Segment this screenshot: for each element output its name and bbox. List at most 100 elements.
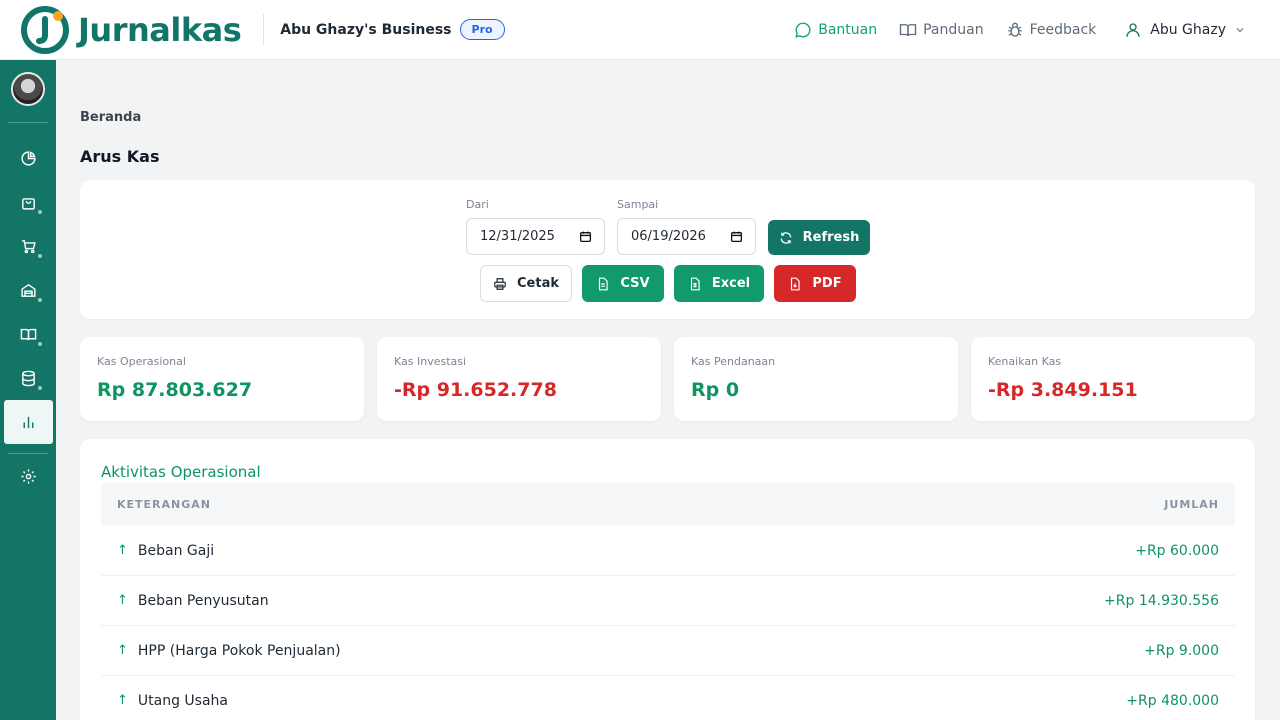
to-date-label: Sampai xyxy=(617,198,659,211)
file-text-icon xyxy=(599,277,609,290)
print-button[interactable]: Cetak xyxy=(480,265,572,302)
arrow-up-icon: ↑ xyxy=(117,593,128,608)
row-amount: +Rp 480.000 xyxy=(1126,692,1219,709)
user-name: Abu Ghazy xyxy=(1150,22,1226,38)
excel-label: Excel xyxy=(711,276,751,291)
printer-icon xyxy=(494,277,506,290)
calendar-icon[interactable] xyxy=(579,230,592,243)
section-title: Aktivitas Operasional xyxy=(101,463,261,481)
excel-button[interactable]: Excel xyxy=(674,265,764,302)
avatar[interactable] xyxy=(11,72,45,106)
sidebar-item-sales[interactable] xyxy=(0,180,56,224)
help-link[interactable]: Bantuan xyxy=(794,21,877,39)
user-icon xyxy=(1126,23,1140,37)
stat-value: Rp 87.803.627 xyxy=(97,379,253,401)
file-download-icon xyxy=(791,277,801,290)
book-open-icon xyxy=(899,24,917,37)
sidebar-item-purchases[interactable] xyxy=(0,224,56,268)
pdf-label: PDF xyxy=(812,276,842,291)
submenu-dot xyxy=(38,210,42,214)
stat-value: Rp 0 xyxy=(691,379,740,401)
bar-chart-icon xyxy=(23,416,34,428)
refresh-icon xyxy=(780,231,791,244)
from-date-input[interactable]: 12/31/2025 xyxy=(466,218,605,255)
calendar-icon[interactable] xyxy=(730,230,743,243)
table-row[interactable]: ↑ Beban Penyusutan +Rp 14.930.556 xyxy=(101,576,1235,626)
from-date-label: Dari xyxy=(466,198,489,211)
sidebar-item-master-data[interactable] xyxy=(0,356,56,400)
sidebar-item-settings[interactable] xyxy=(0,454,56,498)
submenu-dot xyxy=(38,386,42,390)
table-row[interactable]: ↑ Utang Usaha +Rp 480.000 xyxy=(101,676,1235,720)
arrow-up-icon: ↑ xyxy=(117,693,128,708)
row-description: Beban Penyusutan xyxy=(137,592,269,609)
submenu-dot xyxy=(38,298,42,302)
sidebar xyxy=(0,60,56,720)
row-description: Utang Usaha xyxy=(137,692,229,709)
table-row[interactable]: ↑ Beban Gaji +Rp 60.000 xyxy=(101,526,1235,576)
csv-button[interactable]: CSV xyxy=(582,265,664,302)
refresh-label: Refresh xyxy=(802,230,860,245)
stat-card-investment: Kas Investasi -Rp 91.652.778 xyxy=(377,337,661,421)
column-header-amount: JUMLAH xyxy=(1164,498,1219,511)
from-date-value: 12/31/2025 xyxy=(480,229,555,244)
row-amount: +Rp 14.930.556 xyxy=(1104,592,1219,609)
operational-activity-card: Aktivitas Operasional KETERANGAN JUMLAH … xyxy=(80,439,1255,720)
sidebar-item-reports[interactable] xyxy=(4,400,53,444)
to-date-input[interactable]: 06/19/2026 xyxy=(617,218,756,255)
sidebar-item-journal[interactable] xyxy=(0,312,56,356)
stat-card-operational: Kas Operasional Rp 87.803.627 xyxy=(80,337,364,421)
submenu-dot xyxy=(38,342,42,346)
sidebar-item-dashboard[interactable] xyxy=(0,136,56,180)
to-date-value: 06/19/2026 xyxy=(631,229,706,244)
guide-label: Panduan xyxy=(923,22,984,38)
stat-label: Kas Pendanaan xyxy=(691,355,776,368)
column-header-description: KETERANGAN xyxy=(117,498,211,511)
row-amount: +Rp 9.000 xyxy=(1144,642,1219,659)
pie-chart-icon xyxy=(20,150,36,166)
bug-icon xyxy=(1007,22,1022,37)
print-label: Cetak xyxy=(517,276,559,291)
breadcrumb[interactable]: Beranda xyxy=(80,110,141,125)
stat-value: -Rp 91.652.778 xyxy=(394,379,557,401)
brand-logo[interactable]: Jurnalkas xyxy=(20,5,242,55)
stat-card-cash-increase: Kenaikan Kas -Rp 3.849.151 xyxy=(971,337,1255,421)
brand-name: Jurnalkas xyxy=(78,10,242,49)
feedback-link[interactable]: Feedback xyxy=(1006,21,1096,39)
stat-label: Kas Operasional xyxy=(97,355,186,368)
stat-label: Kenaikan Kas xyxy=(988,355,1062,368)
pdf-button[interactable]: PDF xyxy=(774,265,856,302)
header-divider xyxy=(263,13,265,46)
csv-label: CSV xyxy=(620,276,650,291)
row-amount: +Rp 60.000 xyxy=(1135,542,1219,559)
top-header: Jurnalkas Abu Ghazy's Business Pro Bantu… xyxy=(0,0,1280,60)
page-title: Arus Kas xyxy=(80,147,160,166)
warehouse-icon xyxy=(20,283,36,297)
business-name[interactable]: Abu Ghazy's Business xyxy=(280,22,451,38)
plan-badge: Pro xyxy=(459,19,505,40)
header-nav: Bantuan Panduan Feedback Abu Ghazy xyxy=(794,0,1246,60)
sidebar-item-inventory[interactable] xyxy=(0,268,56,312)
row-description: Beban Gaji xyxy=(137,542,215,559)
book-open-icon xyxy=(20,328,36,340)
filter-card: Dari 12/31/2025 Sampai 06/19/2026 Refres… xyxy=(80,180,1255,319)
sidebar-divider xyxy=(8,122,48,123)
arrow-up-icon: ↑ xyxy=(117,543,128,558)
table-row[interactable]: ↑ HPP (Harga Pokok Penjualan) +Rp 9.000 xyxy=(101,626,1235,676)
arrow-up-icon: ↑ xyxy=(117,643,128,658)
chevron-down-icon xyxy=(1236,28,1244,33)
row-description: HPP (Harga Pokok Penjualan) xyxy=(137,642,341,659)
jurnalkas-logo-icon xyxy=(21,5,69,54)
stat-label: Kas Investasi xyxy=(394,355,467,368)
user-menu[interactable]: Abu Ghazy xyxy=(1124,21,1246,39)
stat-card-financing: Kas Pendanaan Rp 0 xyxy=(674,337,958,421)
shopping-cart-icon xyxy=(21,239,36,253)
table-header: KETERANGAN JUMLAH xyxy=(101,483,1235,526)
help-label: Bantuan xyxy=(818,22,878,38)
guide-link[interactable]: Panduan xyxy=(899,21,984,39)
shopping-bag-icon xyxy=(21,197,35,210)
gear-icon xyxy=(20,468,36,484)
submenu-dot xyxy=(38,254,42,258)
chat-bubble-icon xyxy=(795,22,811,38)
refresh-button[interactable]: Refresh xyxy=(768,220,870,255)
